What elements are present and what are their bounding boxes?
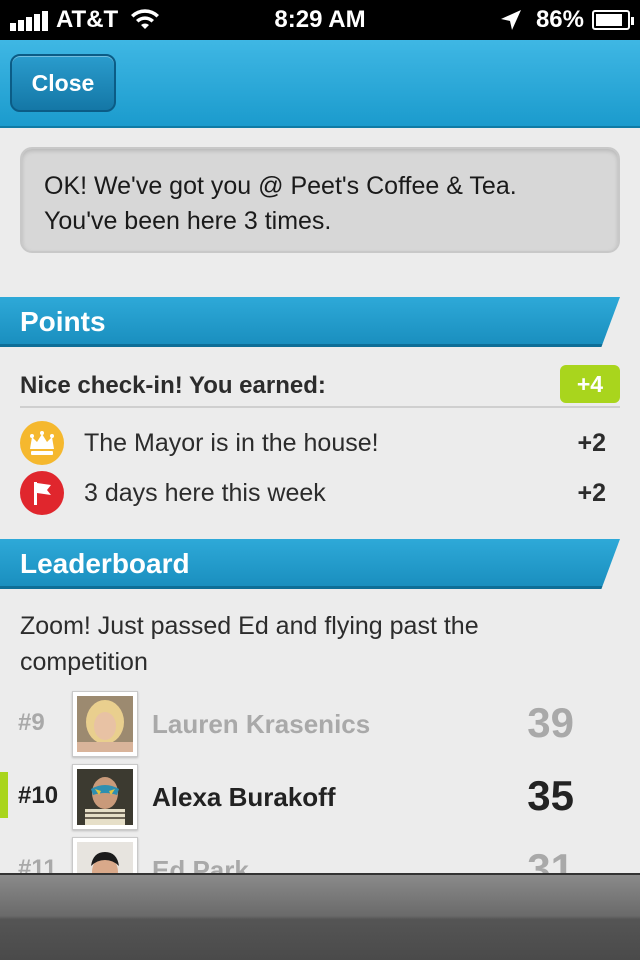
checkin-message-line1: OK! We've got you @ Peet's Coffee & Tea. — [44, 172, 517, 200]
leaderboard-rank: #9 — [18, 709, 45, 736]
avatar[interactable] — [72, 691, 138, 757]
nav-bar: Close — [0, 40, 640, 128]
points-title: Points — [20, 306, 106, 337]
points-item-label: The Mayor is in the house! — [84, 429, 379, 457]
points-section-header: Points — [0, 297, 640, 347]
bottom-toolbar — [0, 873, 640, 960]
leaderboard-row-current-user[interactable]: #10 Alexa Burakoff 35 — [0, 764, 640, 830]
leaderboard-score: 35 — [527, 772, 574, 819]
leaderboard-name: Alexa Burakoff — [152, 782, 336, 812]
leaderboard-row[interactable]: #9 Lauren Krasenics 39 — [0, 691, 640, 757]
avatar[interactable] — [72, 764, 138, 830]
points-item-value: +2 — [577, 429, 606, 457]
close-button[interactable]: Close — [10, 54, 116, 112]
current-user-marker — [0, 772, 8, 818]
earned-label: Nice check-in! You earned: — [20, 372, 326, 399]
leaderboard-section-header: Leaderboard — [0, 539, 640, 589]
battery-icon — [592, 10, 634, 30]
leaderboard-message-line2: competition — [20, 648, 148, 676]
leaderboard-name: Lauren Krasenics — [152, 709, 371, 739]
battery-percent: 86% — [535, 6, 584, 33]
points-item-label: 3 days here this week — [84, 479, 326, 507]
points-item: 3 days here this week +2 — [20, 471, 620, 517]
leaderboard-message: Zoom! Just passed Ed and flying past the… — [20, 608, 620, 680]
location-arrow-icon — [500, 10, 521, 30]
points-item: The Mayor is in the house! +2 — [20, 421, 620, 467]
leaderboard-score: 39 — [527, 699, 574, 746]
checkin-message-line2: You've been here 3 times. — [44, 207, 332, 235]
status-bar: AT&T 8:29 AM 86% — [0, 0, 640, 40]
leaderboard-title: Leaderboard — [20, 548, 190, 579]
leaderboard-message-line1: Zoom! Just passed Ed and flying past the — [20, 612, 479, 640]
points-item-value: +2 — [577, 479, 606, 507]
checkin-message: OK! We've got you @ Peet's Coffee & Tea.… — [20, 147, 620, 253]
status-right: 86% — [500, 6, 634, 34]
earned-row: Nice check-in! You earned: +4 — [20, 364, 620, 408]
leaderboard-rank: #10 — [18, 782, 59, 809]
earned-points-badge: +4 — [560, 365, 620, 403]
crown-icon — [20, 421, 64, 465]
flag-icon — [20, 471, 64, 515]
